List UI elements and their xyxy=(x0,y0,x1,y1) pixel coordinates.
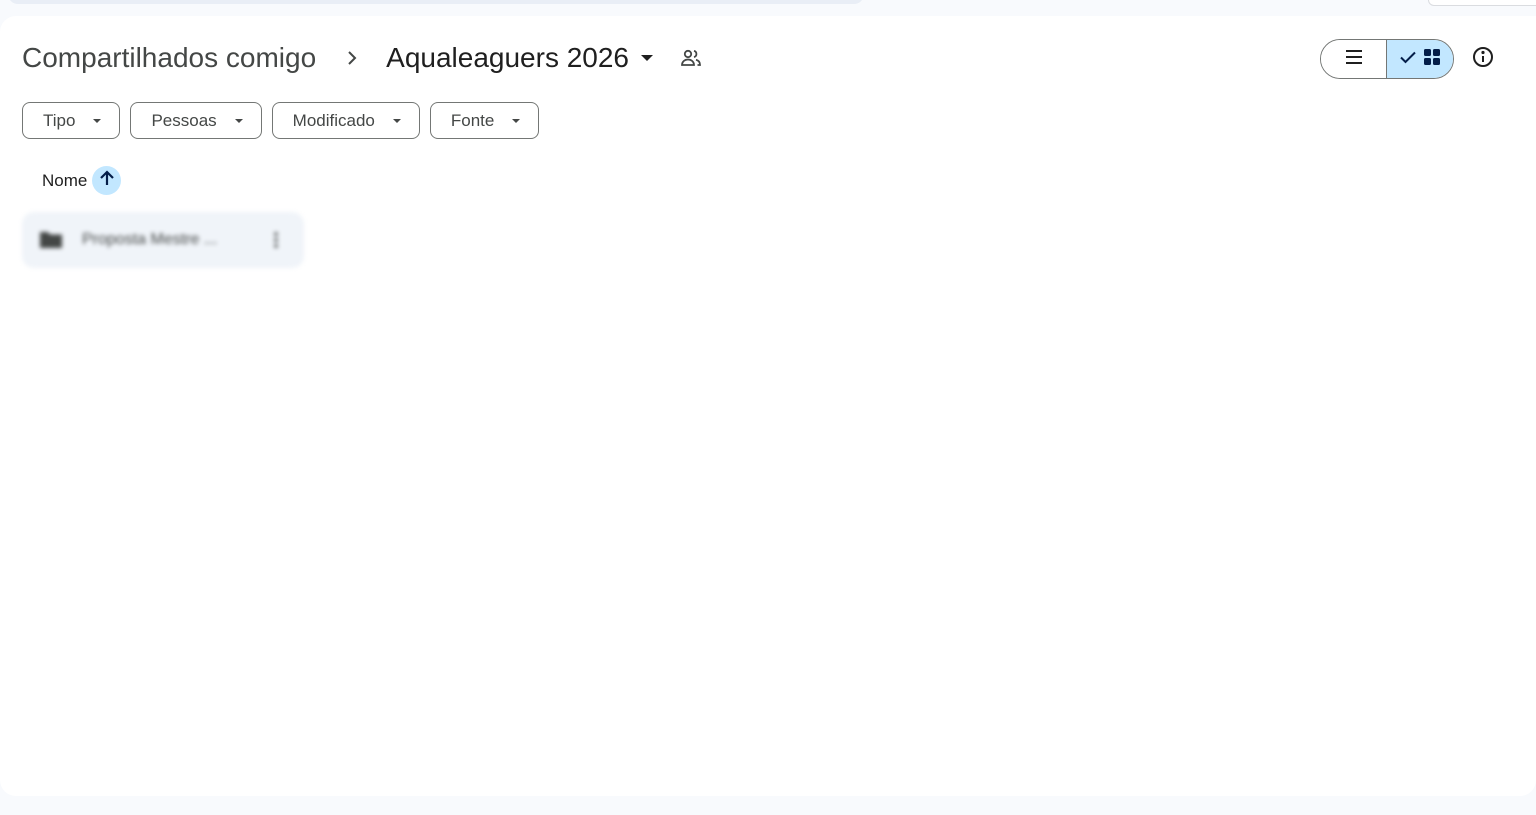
grid-view-icon xyxy=(1423,48,1441,71)
view-toggle xyxy=(1320,39,1454,79)
arrow-up-icon xyxy=(97,168,117,193)
caret-down-icon xyxy=(508,113,524,129)
main-content-panel: Compartilhados comigo Aqualeaguers 2026 xyxy=(0,16,1536,796)
breadcrumb-current-folder[interactable]: Aqualeaguers 2026 xyxy=(386,42,629,74)
check-icon xyxy=(1399,48,1417,71)
breadcrumb-parent[interactable]: Compartilhados comigo xyxy=(22,42,316,74)
filter-label: Modificado xyxy=(292,110,375,130)
people-icon[interactable] xyxy=(677,44,705,72)
grid-view-button[interactable] xyxy=(1387,40,1453,78)
list-view-icon xyxy=(1344,47,1364,72)
folder-icon xyxy=(38,230,64,250)
filter-chips: Tipo Pessoas Modificado Fonte xyxy=(22,102,540,139)
folder-name: Proposta Mestre ... xyxy=(82,231,218,248)
caret-down-icon xyxy=(389,113,405,129)
more-vert-icon[interactable] xyxy=(266,228,286,252)
sort-header: Nome xyxy=(42,166,122,195)
breadcrumb: Compartilhados comigo Aqualeaguers 2026 xyxy=(22,38,705,78)
top-right-control-edge[interactable] xyxy=(1428,0,1536,6)
filter-label: Tipo xyxy=(43,110,76,130)
search-bar-edge[interactable] xyxy=(8,0,864,4)
chevron-right-icon xyxy=(340,46,364,70)
caret-down-icon xyxy=(231,113,247,129)
info-button[interactable] xyxy=(1466,42,1500,76)
filter-pessoas[interactable]: Pessoas xyxy=(130,102,262,139)
filter-fonte[interactable]: Fonte xyxy=(429,102,540,139)
sort-direction-button[interactable] xyxy=(92,166,122,195)
filter-label: Fonte xyxy=(450,110,495,130)
filter-modificado[interactable]: Modificado xyxy=(271,102,420,139)
sort-by-name[interactable]: Nome xyxy=(42,171,87,191)
caret-down-icon[interactable] xyxy=(637,48,657,68)
filter-label: Pessoas xyxy=(151,110,217,130)
caret-down-icon xyxy=(89,113,105,129)
list-view-button[interactable] xyxy=(1321,40,1387,78)
folder-card[interactable]: Proposta Mestre ... xyxy=(22,212,304,268)
info-icon xyxy=(1471,45,1495,74)
filter-tipo[interactable]: Tipo xyxy=(22,102,121,139)
top-bar-strip xyxy=(0,0,1536,16)
